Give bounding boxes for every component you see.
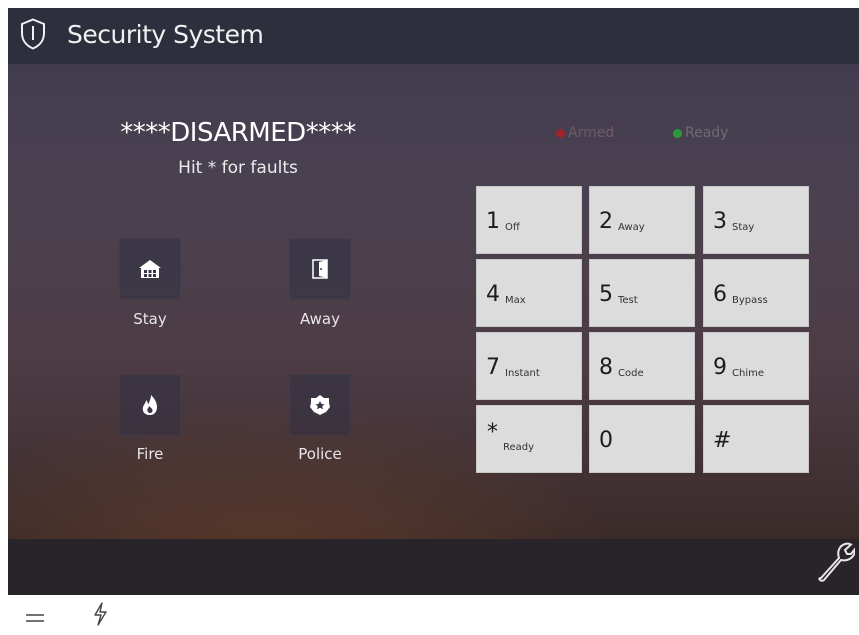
house-icon [139,260,161,278]
key-number: # [713,428,732,453]
ready-indicator: Ready [673,125,728,141]
status-hint: Hit * for faults [178,158,298,178]
key-number: * [487,420,498,445]
key-number: 5 [599,282,613,307]
footer-bar [8,539,859,595]
stay-button[interactable] [119,238,181,300]
key-function: Max [505,295,526,306]
fire-button[interactable] [119,374,181,436]
key-function: Code [618,368,644,379]
fire-icon [142,395,157,415]
armed-label: Armed [568,125,615,141]
away-label: Away [300,310,340,328]
ready-label: Ready [685,125,729,141]
key-number: 3 [713,209,727,234]
key-number: 9 [713,355,727,380]
armed-indicator: Armed [556,125,614,141]
key-number: 2 [599,209,613,234]
key-function: Off [505,222,520,233]
key-star[interactable]: * Ready [476,405,582,473]
away-button[interactable] [289,238,351,300]
key-function: Bypass [732,295,768,306]
stay-label: Stay [133,310,167,328]
key-number: 4 [486,282,500,307]
key-6[interactable]: 6 Bypass [703,259,809,327]
key-function: Test [618,295,638,306]
security-app: Security System ****DISARMED**** Hit * f… [8,8,859,595]
key-number: 8 [599,355,613,380]
key-1[interactable]: 1 Off [476,186,582,254]
police-button[interactable] [289,374,351,436]
key-7[interactable]: 7 Instant [476,332,582,400]
key-function: Ready [503,442,535,453]
wrench-icon[interactable] [815,538,855,582]
key-8[interactable]: 8 Code [589,332,695,400]
fire-label: Fire [136,445,164,463]
key-function: Stay [732,222,755,233]
ready-led-icon [673,128,682,138]
key-2[interactable]: 2 Away [589,186,695,254]
key-number: 1 [486,209,500,234]
app-title: Security System [67,20,264,49]
key-number: 0 [599,428,613,453]
shield-icon [21,18,45,50]
key-function: Instant [505,368,540,379]
key-0[interactable]: 0 [589,405,695,473]
key-number: 6 [713,282,727,307]
key-hash[interactable]: # [703,405,809,473]
key-function: Chime [732,368,764,379]
armed-led-icon [556,128,565,138]
police-badge-icon [310,395,330,415]
key-5[interactable]: 5 Test [589,259,695,327]
police-label: Police [298,445,342,463]
key-9[interactable]: 9 Chime [703,332,809,400]
header-bar: Security System [8,8,859,64]
door-icon [312,259,328,279]
key-4[interactable]: 4 Max [476,259,582,327]
key-function: Away [618,222,645,233]
system-status: ****DISARMED**** [120,118,356,148]
lightning-icon[interactable] [92,602,108,626]
key-3[interactable]: 3 Stay [703,186,809,254]
bottom-toolbar [0,595,859,635]
key-number: 7 [486,355,500,380]
menu-icon[interactable] [26,612,44,624]
